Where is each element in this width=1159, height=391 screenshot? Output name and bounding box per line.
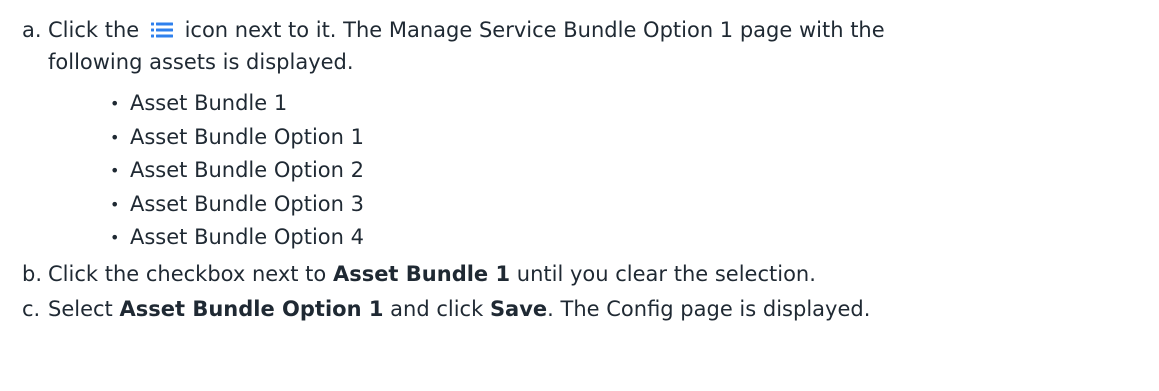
asset-list: • Asset Bundle 1 • Asset Bundle Option 1… <box>0 87 1159 255</box>
asset-list-item: • Asset Bundle 1 <box>0 87 1159 121</box>
asset-name: Asset Bundle 1 <box>130 91 288 115</box>
step-a-post: icon next to it. The Manage Service Bund… <box>184 18 885 42</box>
save-button-reference: Save <box>489 296 548 321</box>
step-a-text: Click the icon next to it. The Manage Se… <box>0 14 1159 78</box>
step-marker: c. <box>22 296 41 321</box>
asset-list-item: • Asset Bundle Option 3 <box>0 188 1159 222</box>
bullet: • <box>110 228 120 247</box>
bullet: • <box>110 161 120 180</box>
bullet: • <box>110 194 120 214</box>
step-c-text: Select Asset Bundle Option 1 and click S… <box>0 293 1159 325</box>
instruction-page: a. Click the icon next to it. The Manage… <box>0 0 1159 391</box>
step-c: c. Select Asset Bundle Option 1 and clic… <box>0 293 1159 325</box>
step-b-post: until you clear the selection. <box>516 261 816 286</box>
asset-list-item: • Asset Bundle Option 4 <box>0 221 1159 255</box>
asset-bundle-reference: Asset Bundle 1 <box>332 261 511 286</box>
step-b-text: Click the checkbox next to Asset Bundle … <box>0 258 1159 290</box>
instruction-steps: a. Click the icon next to it. The Manage… <box>0 14 1159 325</box>
step-marker: b. <box>22 261 43 286</box>
step-c-mid: and click <box>390 296 484 321</box>
list-icon <box>150 22 173 38</box>
asset-name: Asset Bundle Option 4 <box>130 225 364 249</box>
asset-name: Asset Bundle Option 3 <box>130 191 364 216</box>
bullet: • <box>110 127 120 147</box>
step-marker: a. <box>22 18 42 42</box>
step-c-post: . The Config page is displayed. <box>547 296 871 321</box>
asset-list-item: • Asset Bundle Option 2 <box>0 154 1159 188</box>
step-a: a. Click the icon next to it. The Manage… <box>0 14 1159 255</box>
asset-bundle-option-reference: Asset Bundle Option 1 <box>119 296 384 321</box>
step-a-continuation: following assets is displayed. <box>48 50 354 74</box>
step-a-pre: Click the <box>48 18 140 42</box>
bullet: • <box>110 94 120 113</box>
step-c-pre: Select <box>48 296 113 321</box>
asset-name: Asset Bundle Option 1 <box>130 124 364 149</box>
asset-name: Asset Bundle Option 2 <box>130 158 364 182</box>
asset-list-item: • Asset Bundle Option 1 <box>0 121 1159 155</box>
step-b-pre: Click the checkbox next to <box>48 261 327 286</box>
step-b: b. Click the checkbox next to Asset Bund… <box>0 258 1159 290</box>
